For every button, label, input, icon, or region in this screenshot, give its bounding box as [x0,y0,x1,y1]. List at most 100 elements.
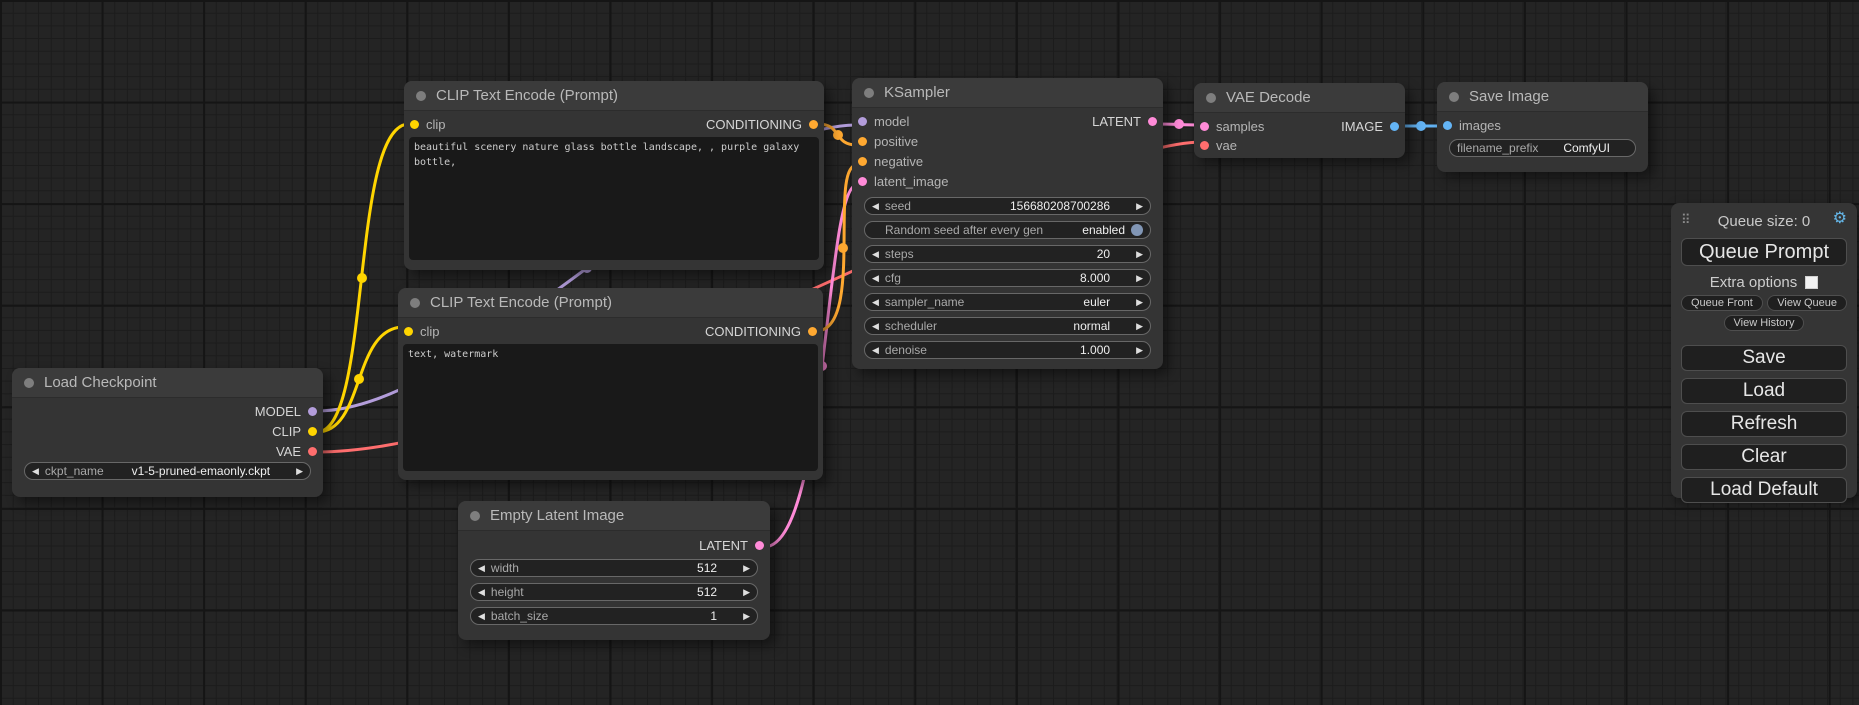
increment-arrow-icon[interactable]: ▶ [1136,298,1143,307]
output-port-latent[interactable] [755,541,764,550]
increment-arrow-icon[interactable]: ▶ [1136,322,1143,331]
output-port-vae[interactable] [308,447,317,456]
output-port-conditioning[interactable] [809,120,818,129]
widget-value[interactable]: ComfyUI [1563,141,1610,155]
width-widget[interactable]: ◀ width 512 ▶ [470,559,758,577]
input-port-images[interactable] [1443,121,1452,130]
node-titlebar[interactable]: KSampler [852,78,1163,108]
decrement-arrow-icon[interactable]: ◀ [872,202,879,211]
increment-arrow-icon[interactable]: ▶ [296,467,303,476]
ckpt-name-widget[interactable]: ◀ ckpt_name v1-5-pruned-emaonly.ckpt ▶ [24,462,311,480]
widget-value[interactable]: 512 [697,561,717,575]
input-port-positive[interactable] [858,137,867,146]
filename-prefix-widget[interactable]: filename_prefix ComfyUI [1449,139,1636,157]
node-titlebar[interactable]: Load Checkpoint [12,368,323,398]
drag-handle-icon[interactable]: ⠿ [1681,212,1691,228]
scheduler-widget[interactable]: ◀ scheduler normal ▶ [864,317,1151,335]
widget-value[interactable]: 512 [697,585,717,599]
toggle-knob[interactable] [1131,224,1143,236]
decrement-arrow-icon[interactable]: ◀ [872,274,879,283]
height-widget[interactable]: ◀ height 512 ▶ [470,583,758,601]
decrement-arrow-icon[interactable]: ◀ [478,612,485,621]
input-port-samples[interactable] [1200,122,1209,131]
input-port-clip[interactable] [404,327,413,336]
node-titlebar[interactable]: Empty Latent Image [458,501,770,531]
node-load-checkpoint[interactable]: Load Checkpoint MODEL CLIP VAE ◀ ckpt_na… [12,368,323,497]
output-port-image[interactable] [1390,122,1399,131]
link-dot [838,243,848,253]
sampler-name-widget[interactable]: ◀ sampler_name euler ▶ [864,293,1151,311]
node-ksampler[interactable]: KSampler model LATENT positive negative … [852,78,1163,369]
output-port-conditioning[interactable] [808,327,817,336]
queue-front-button[interactable]: Queue Front [1681,295,1763,311]
increment-arrow-icon[interactable]: ▶ [743,588,750,597]
node-titlebar[interactable]: Save Image [1437,82,1648,112]
view-history-button[interactable]: View History [1724,315,1805,331]
increment-arrow-icon[interactable]: ▶ [1136,202,1143,211]
widget-label: steps [885,247,914,261]
output-label-model: MODEL [255,404,301,419]
output-port-model[interactable] [308,407,317,416]
output-port-latent[interactable] [1148,117,1157,126]
widget-value[interactable]: normal [1073,319,1110,333]
decrement-arrow-icon[interactable]: ◀ [872,322,879,331]
widget-value[interactable]: 8.000 [1080,271,1110,285]
increment-arrow-icon[interactable]: ▶ [1136,274,1143,283]
widget-value[interactable]: v1-5-pruned-emaonly.ckpt [132,464,271,478]
input-port-vae[interactable] [1200,141,1209,150]
node-clip-text-encode-negative[interactable]: CLIP Text Encode (Prompt) clip CONDITION… [398,288,823,480]
positive-prompt-textarea[interactable]: beautiful scenery nature glass bottle la… [409,137,819,260]
steps-widget[interactable]: ◀ steps 20 ▶ [864,245,1151,263]
decrement-arrow-icon[interactable]: ◀ [872,298,879,307]
widget-value[interactable]: 156680208700286 [1010,199,1110,213]
input-port-model[interactable] [858,117,867,126]
node-vae-decode[interactable]: VAE Decode samples IMAGE vae [1194,83,1405,158]
widget-value[interactable]: 1.000 [1080,343,1110,357]
link-dot [354,374,364,384]
widget-label: denoise [885,343,927,357]
input-port-clip[interactable] [410,120,419,129]
refresh-button[interactable]: Refresh [1681,411,1847,437]
negative-prompt-textarea[interactable]: text, watermark [403,344,818,471]
node-titlebar[interactable]: CLIP Text Encode (Prompt) [398,288,823,318]
node-save-image[interactable]: Save Image images filename_prefix ComfyU… [1437,82,1648,172]
input-port-latent-image[interactable] [858,177,867,186]
queue-prompt-button[interactable]: Queue Prompt [1681,238,1847,266]
node-status-dot [470,511,480,521]
node-graph-canvas[interactable]: Load Checkpoint MODEL CLIP VAE ◀ ckpt_na… [0,0,1859,705]
input-port-negative[interactable] [858,157,867,166]
widget-label: scheduler [885,319,937,333]
clear-button[interactable]: Clear [1681,444,1847,470]
save-button[interactable]: Save [1681,345,1847,371]
node-clip-text-encode-positive[interactable]: CLIP Text Encode (Prompt) clip CONDITION… [404,81,824,270]
increment-arrow-icon[interactable]: ▶ [743,564,750,573]
widget-value[interactable]: 20 [1097,247,1110,261]
increment-arrow-icon[interactable]: ▶ [743,612,750,621]
node-titlebar[interactable]: CLIP Text Encode (Prompt) [404,81,824,111]
random-seed-toggle[interactable]: Random seed after every gen enabled [864,221,1151,239]
gear-icon[interactable]: ⚙ [1833,211,1847,227]
load-button[interactable]: Load [1681,378,1847,404]
widget-value[interactable]: euler [1083,295,1110,309]
output-port-clip[interactable] [308,427,317,436]
cfg-widget[interactable]: ◀ cfg 8.000 ▶ [864,269,1151,287]
widget-label: seed [885,199,911,213]
increment-arrow-icon[interactable]: ▶ [1136,250,1143,259]
denoise-widget[interactable]: ◀ denoise 1.000 ▶ [864,341,1151,359]
widget-label: ckpt_name [45,464,104,478]
decrement-arrow-icon[interactable]: ◀ [872,250,879,259]
seed-widget[interactable]: ◀ seed 156680208700286 ▶ [864,197,1151,215]
node-empty-latent-image[interactable]: Empty Latent Image LATENT ◀ width 512 ▶ … [458,501,770,640]
decrement-arrow-icon[interactable]: ◀ [32,467,39,476]
load-default-button[interactable]: Load Default [1681,477,1847,503]
node-titlebar[interactable]: VAE Decode [1194,83,1405,113]
decrement-arrow-icon[interactable]: ◀ [478,564,485,573]
view-queue-button[interactable]: View Queue [1767,295,1847,311]
widget-value[interactable]: 1 [710,609,717,623]
decrement-arrow-icon[interactable]: ◀ [872,346,879,355]
decrement-arrow-icon[interactable]: ◀ [478,588,485,597]
increment-arrow-icon[interactable]: ▶ [1136,346,1143,355]
node-title-label: KSampler [884,84,950,101]
batch-size-widget[interactable]: ◀ batch_size 1 ▶ [470,607,758,625]
extra-options-checkbox[interactable] [1805,276,1818,289]
